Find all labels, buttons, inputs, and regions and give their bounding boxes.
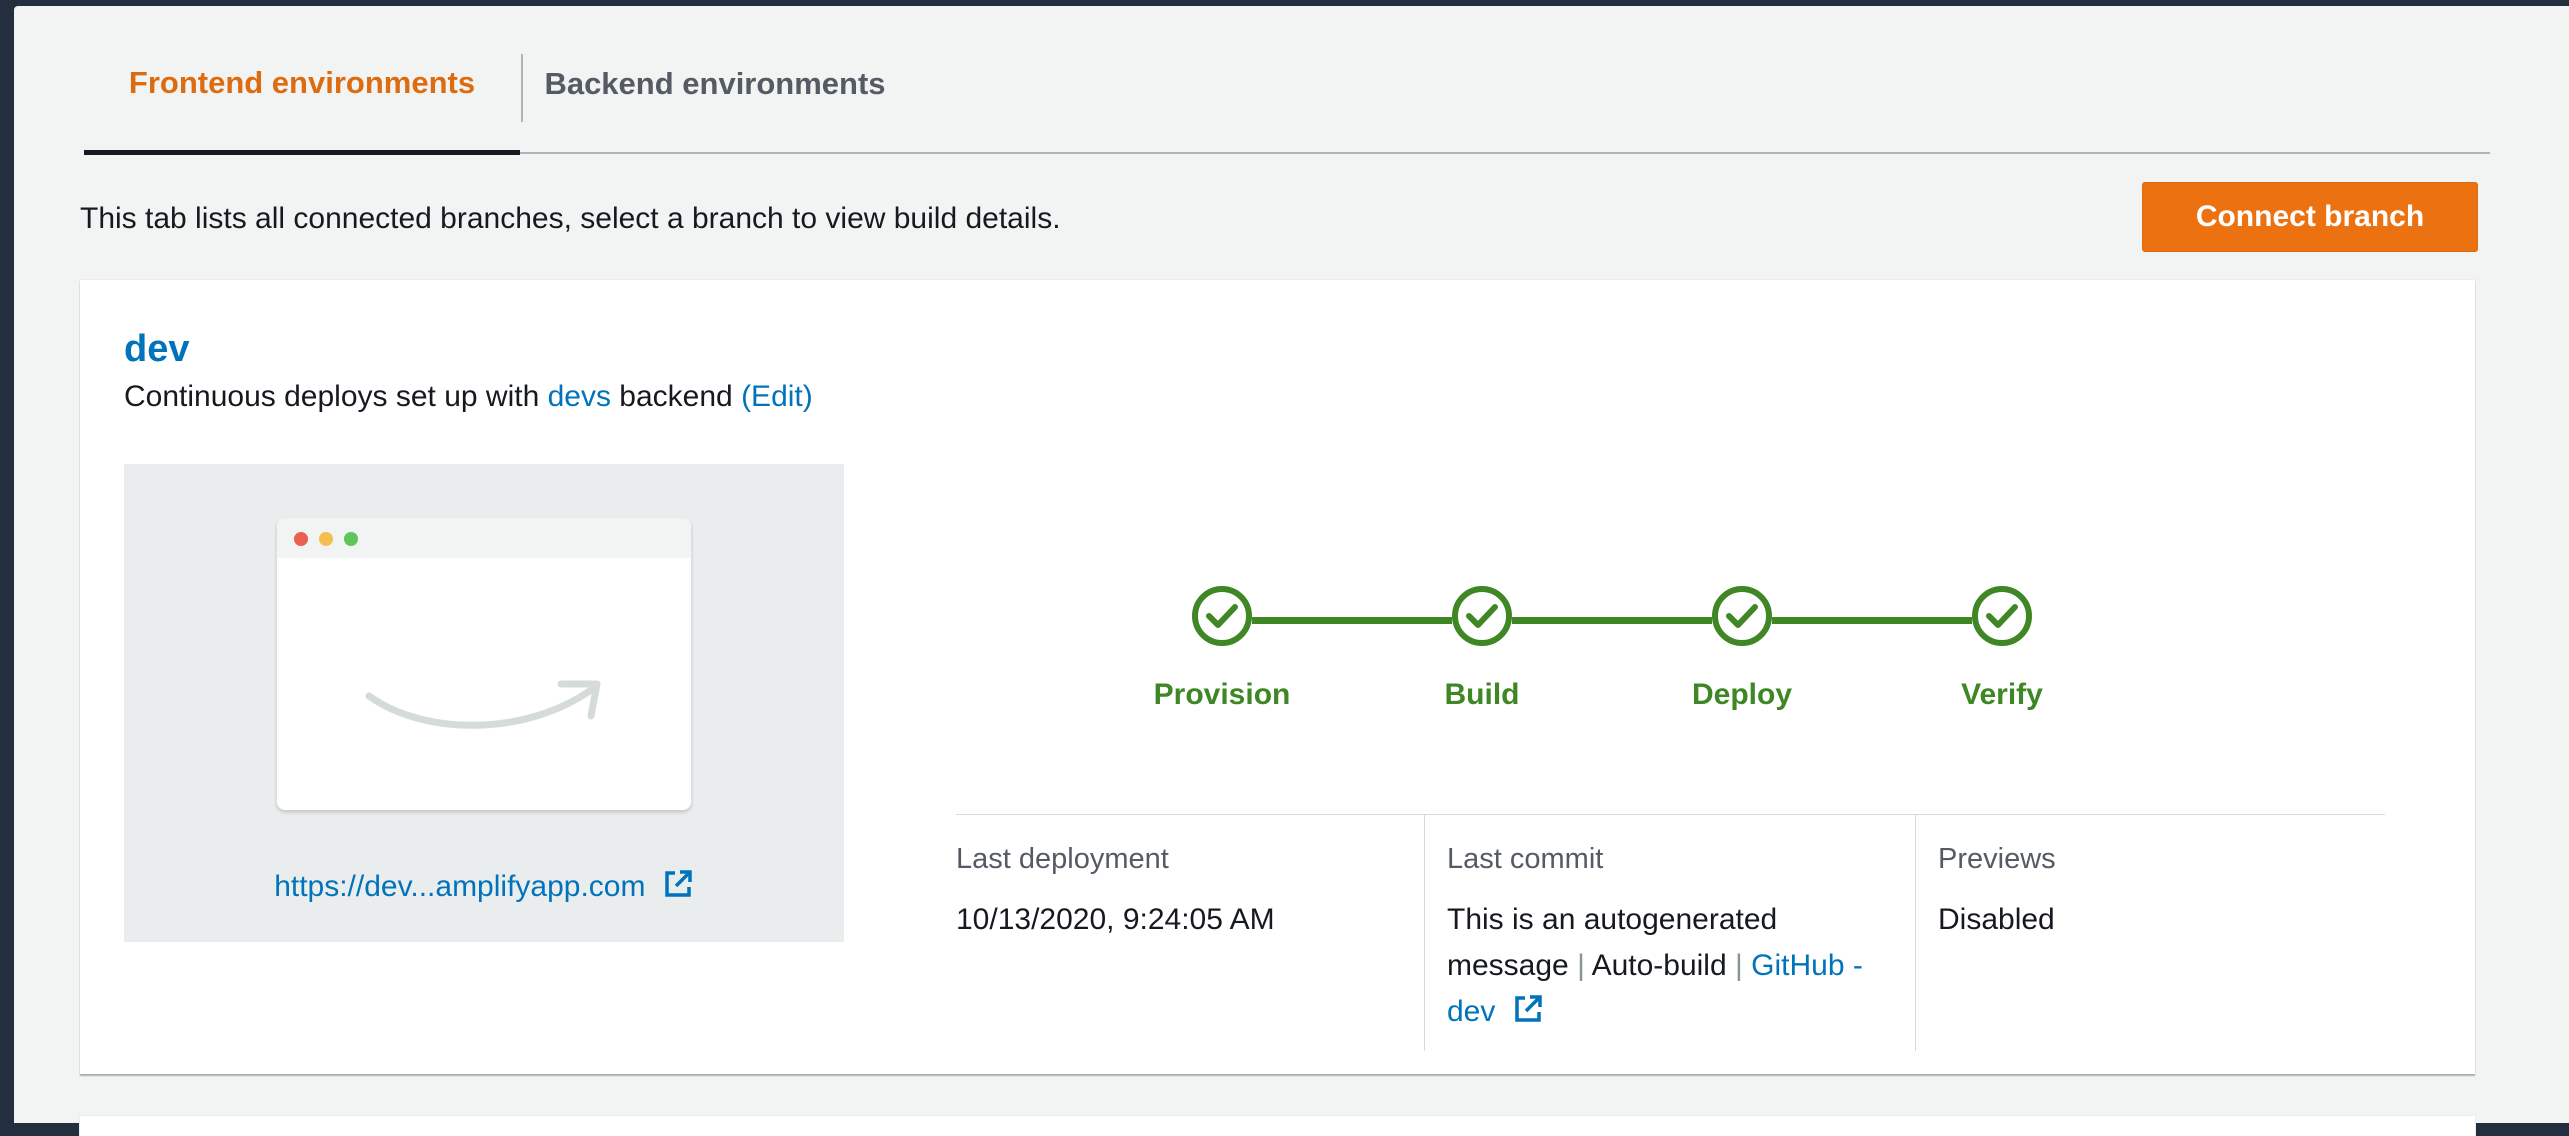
previews-column: Previews Disabled (1916, 815, 2384, 1051)
site-preview: https://dev...amplifyapp.com (124, 464, 844, 942)
last-deployment-label: Last deployment (956, 843, 1169, 875)
previews-value: Disabled (1938, 903, 2055, 936)
commit-type: Auto-build (1591, 949, 1727, 982)
environment-tabs: Frontend environments Backend environmen… (84, 44, 2490, 155)
pipeline-connector (1512, 617, 1712, 624)
app-page: Frontend environments Backend environmen… (14, 6, 2569, 1136)
tab-label: Frontend environments (128, 65, 476, 100)
branch-desc-prefix: Continuous deploys set up with (124, 380, 548, 413)
separator: | (1577, 949, 1585, 982)
step-label-build: Build (1444, 678, 1520, 711)
backend-link[interactable]: devs (548, 380, 611, 413)
minimize-dot-icon (319, 532, 333, 546)
maximize-dot-icon (344, 532, 358, 546)
branch-name-link[interactable]: dev (124, 328, 189, 371)
separator: | (1735, 949, 1743, 982)
branch-desc-middle: backend (610, 380, 742, 413)
deployment-details: Last deployment 10/13/2020, 9:24:05 AM L… (956, 814, 2385, 1051)
provision-check-icon (1192, 586, 1252, 646)
last-commit-column: Last commit This is an autogenerated mes… (1425, 815, 1916, 1051)
step-label-deploy: Deploy (1691, 678, 1793, 711)
branch-description: Continuous deploys set up with devs back… (124, 380, 813, 414)
tab-backend-environments[interactable]: Backend environments (522, 44, 908, 152)
step-label-verify: Verify (1961, 678, 2043, 711)
last-deployment-value: 10/13/2020, 9:24:05 AM (956, 903, 1275, 936)
build-pipeline: Provision Build Deploy Verify (1154, 578, 2252, 711)
step-label-provision: Provision (1153, 678, 1291, 711)
tab-label: Backend environments (544, 66, 886, 101)
previews-label: Previews (1938, 843, 2056, 875)
verify-check-icon (1972, 586, 2032, 646)
preview-url-link[interactable]: https://dev...amplifyapp.com (274, 870, 645, 903)
external-link-icon[interactable] (1512, 993, 1544, 1025)
last-commit-label: Last commit (1447, 843, 1604, 875)
pipeline-connector (1772, 617, 1972, 624)
amazon-smile-logo-icon (365, 680, 601, 729)
close-dot-icon (294, 532, 308, 546)
last-deployment-column: Last deployment 10/13/2020, 9:24:05 AM (956, 815, 1425, 1051)
next-branch-card (80, 1116, 2475, 1136)
build-check-icon (1452, 586, 1512, 646)
browser-titlebar (277, 518, 691, 558)
connect-branch-button[interactable]: Connect branch (2142, 182, 2478, 252)
external-link-icon[interactable] (662, 868, 694, 900)
deploy-check-icon (1712, 586, 1772, 646)
edit-backend-link[interactable]: (Edit) (741, 380, 813, 413)
branch-card: dev Continuous deploys set up with devs … (80, 280, 2475, 1074)
browser-thumbnail (277, 518, 691, 810)
pipeline-connector (1252, 617, 1452, 624)
tab-frontend-environments[interactable]: Frontend environments (84, 44, 520, 155)
last-commit-value: This is an autogenerated message | Auto-… (1447, 897, 1887, 1035)
preview-url-row: https://dev...amplifyapp.com (124, 868, 844, 904)
intro-text: This tab lists all connected branches, s… (80, 202, 1061, 235)
